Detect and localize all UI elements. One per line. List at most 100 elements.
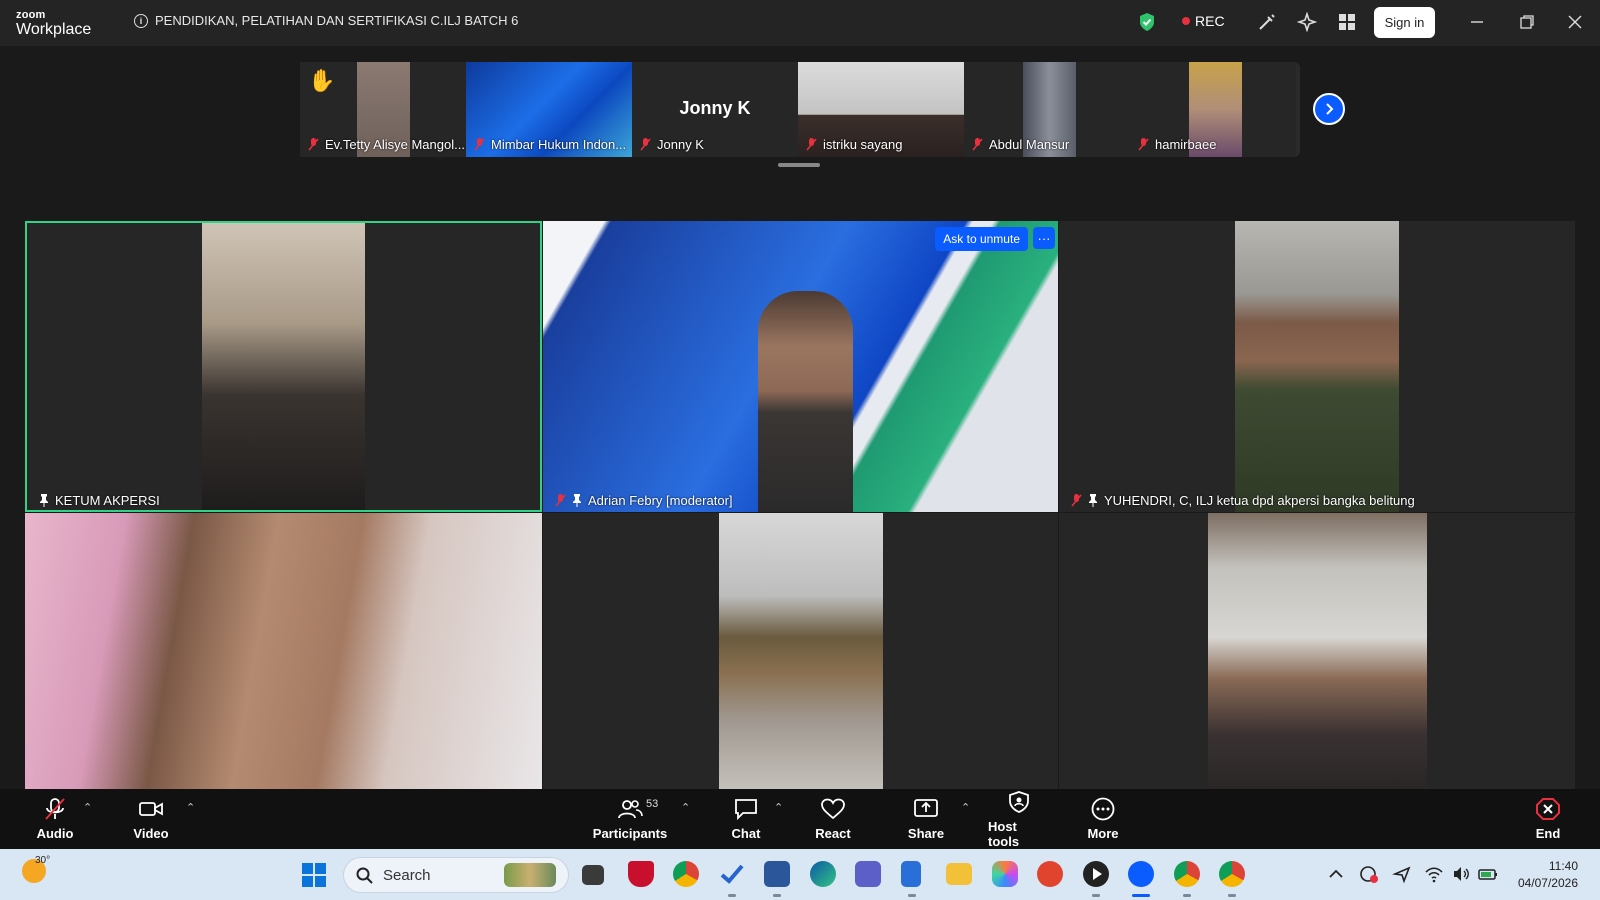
search-icon (356, 867, 373, 884)
network-alert-icon[interactable] (1359, 864, 1379, 884)
video-tile[interactable]: YUHENDRI, C, ILJ ketua dpd akpersi bangk… (1059, 221, 1575, 512)
video-tile[interactable] (1059, 513, 1575, 789)
brand-bottom: Workplace (16, 21, 92, 38)
ask-to-unmute-button[interactable]: Ask to unmute (935, 227, 1028, 251)
taskbar-search-input[interactable]: Search (343, 857, 569, 893)
weather-widget[interactable]: 30° (22, 855, 50, 883)
windows-start-icon[interactable] (302, 863, 326, 887)
more-button[interactable]: More (1082, 789, 1124, 849)
chat-label: Chat (731, 826, 761, 841)
end-x-icon (1536, 798, 1560, 820)
system-clock[interactable]: 11:40 04/07/2026 (1512, 858, 1578, 892)
annotate-icon[interactable] (1257, 12, 1277, 32)
host-tools-button[interactable]: Host tools (988, 789, 1050, 849)
participant-name: KETUM AKPERSI (55, 493, 160, 508)
tile-more-options-button[interactable]: ··· (1033, 227, 1055, 249)
edge-icon[interactable] (810, 861, 836, 887)
share-options-caret[interactable]: ⌃ (961, 801, 970, 814)
participants-options-caret[interactable]: ⌃ (681, 801, 690, 814)
pin-icon (1089, 494, 1097, 507)
media-player-icon[interactable] (1083, 861, 1109, 887)
recording-indicator[interactable]: REC (1182, 13, 1225, 29)
end-meeting-button[interactable]: End (1527, 789, 1569, 849)
react-label: React (815, 826, 851, 841)
video-options-caret[interactable]: ⌃ (186, 801, 195, 814)
thumbnail[interactable]: istriku sayang (798, 62, 964, 157)
info-icon[interactable]: i (134, 13, 148, 28)
host-tools-label: Host tools (988, 818, 1020, 849)
word-icon[interactable] (764, 861, 790, 887)
copilot-icon[interactable] (992, 861, 1018, 887)
end-label: End (1535, 826, 1561, 841)
participants-icon (618, 800, 643, 819)
filmstrip-scroll-indicator[interactable] (778, 163, 820, 167)
mcafee-icon[interactable] (628, 861, 654, 887)
audio-options-caret[interactable]: ⌃ (83, 801, 92, 814)
wifi-icon[interactable] (1424, 864, 1444, 884)
sign-in-button[interactable]: Sign in (1374, 7, 1435, 38)
teams-icon[interactable] (855, 861, 881, 887)
share-label: Share (907, 826, 945, 841)
task-view-icon[interactable] (582, 865, 604, 885)
participant-name: hamirbaee (1155, 137, 1217, 152)
chrome-second-profile-icon[interactable] (1219, 861, 1245, 887)
minimize-icon[interactable] (1468, 13, 1486, 31)
thumbnail[interactable]: Jonny K Jonny K (632, 62, 798, 157)
notepad-running-indicator (908, 894, 916, 897)
video-feed (202, 223, 365, 510)
battery-charging-icon[interactable] (1478, 864, 1498, 884)
thumbnail[interactable]: Mimbar Hukum Indon... (466, 62, 632, 157)
video-label: Video (133, 826, 169, 841)
muted-mic-icon (555, 494, 566, 507)
chat-options-caret[interactable]: ⌃ (774, 801, 783, 814)
video-feed (1235, 221, 1399, 512)
notepad-icon[interactable] (901, 861, 921, 887)
react-button[interactable]: React (812, 789, 854, 849)
close-icon[interactable] (1566, 13, 1584, 31)
video-tile[interactable] (25, 513, 542, 789)
zoom-app-icon[interactable] (1128, 861, 1154, 887)
weather-temperature: 30° (35, 855, 51, 866)
zoom-logo: zoom Workplace (16, 10, 91, 38)
show-hidden-icons-icon[interactable] (1326, 864, 1346, 884)
meeting-controls-bar: Audio ⌃ Video ⌃ Participants 53 ⌃ Chat ⌃… (0, 789, 1600, 849)
pin-icon (40, 494, 48, 507)
share-button[interactable]: Share (905, 789, 947, 849)
chat-button[interactable]: Chat (725, 789, 767, 849)
apps-grid-icon[interactable] (1337, 12, 1357, 32)
location-icon[interactable] (1392, 864, 1412, 884)
video-feed (25, 513, 542, 789)
file-explorer-icon[interactable] (946, 863, 972, 885)
share-screen-icon (914, 799, 938, 817)
restore-icon[interactable] (1518, 13, 1536, 31)
meeting-info[interactable]: i PENDIDIKAN, PELATIHAN DAN SERTIFIKASI … (134, 13, 518, 28)
todo-running-indicator (728, 894, 736, 897)
thumbnail[interactable]: hamirbaee (1130, 62, 1296, 157)
muted-mic-icon (806, 138, 817, 151)
muted-mic-icon (45, 798, 65, 820)
powerpoint-icon[interactable] (1037, 861, 1063, 887)
encryption-shield-icon[interactable] (1138, 12, 1156, 32)
participant-name: YUHENDRI, C, ILJ ketua dpd akpersi bangk… (1104, 493, 1415, 508)
thumbnail[interactable]: ✋ Ev.Tetty Alisye Mangol... (300, 62, 466, 157)
video-tile[interactable]: KETUM AKPERSI (25, 221, 542, 512)
volume-icon[interactable] (1451, 864, 1471, 884)
audio-label: Audio (36, 826, 74, 841)
filmstrip-next-button[interactable] (1313, 93, 1345, 125)
zoom-active-indicator (1132, 894, 1150, 897)
thumbnail[interactable]: Abdul Mansur (964, 62, 1130, 157)
brand-top: zoom (16, 9, 46, 21)
chrome-profile-icon[interactable] (1174, 861, 1200, 887)
muted-mic-icon (474, 138, 485, 151)
more-dots-icon (1091, 797, 1115, 821)
video-button[interactable]: Video (130, 789, 172, 849)
video-tile[interactable] (543, 513, 1058, 789)
pin-icon (573, 494, 581, 507)
ai-companion-icon[interactable] (1297, 12, 1317, 32)
meeting-title: PENDIDIKAN, PELATIHAN DAN SERTIFIKASI C.… (155, 13, 519, 28)
video-tile[interactable]: Ask to unmute ··· Adrian Febry [moderato… (543, 221, 1058, 512)
video-feed (1208, 513, 1427, 789)
audio-button[interactable]: Audio (34, 789, 76, 849)
todo-check-icon[interactable] (719, 861, 745, 887)
chrome-icon[interactable] (673, 861, 699, 887)
